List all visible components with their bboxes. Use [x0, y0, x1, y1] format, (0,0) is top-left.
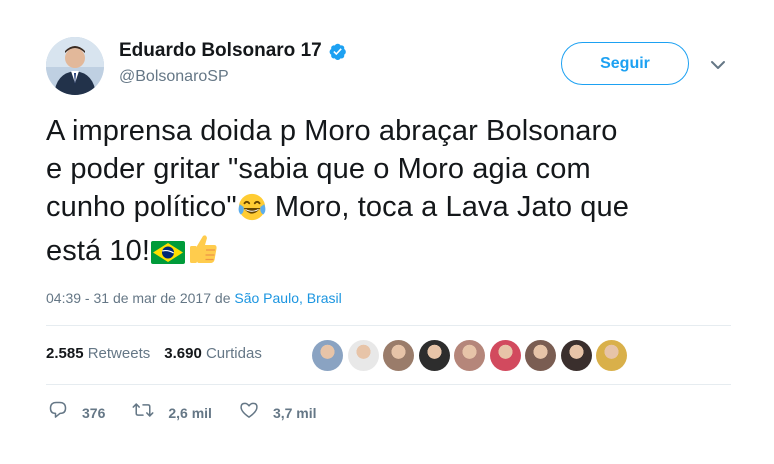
verified-badge-icon — [328, 42, 347, 61]
tweet-text-line: A imprensa doida p Moro abraçar Bolsonar… — [46, 115, 618, 147]
brazil-flag-icon — [150, 238, 186, 276]
liker-avatars — [312, 340, 632, 371]
liker-avatar[interactable] — [560, 340, 592, 371]
heart-icon — [239, 400, 259, 425]
tweet-text-segment: cunho político" — [46, 191, 237, 223]
liker-avatar[interactable] — [596, 340, 627, 371]
thumbs-up-icon — [186, 232, 220, 276]
author-name-row: Eduardo Bolsonaro 17 — [119, 40, 347, 62]
liker-avatar[interactable] — [312, 340, 343, 371]
reply-count: 376 — [82, 404, 106, 421]
tweet-metadata: 04:39 - 31 de mar de 2017 de São Paulo, … — [46, 290, 342, 306]
divider — [46, 325, 731, 326]
liker-avatar[interactable] — [347, 340, 379, 371]
follow-button[interactable]: Seguir — [561, 42, 689, 85]
retweet-icon — [132, 400, 154, 425]
liker-avatar[interactable] — [525, 340, 556, 371]
liker-avatar[interactable] — [418, 340, 450, 371]
retweet-count: 2,6 mil — [168, 404, 212, 421]
avatar[interactable] — [46, 37, 104, 95]
face-with-tears-of-joy-icon — [237, 192, 267, 232]
tweet-timestamp[interactable]: 04:39 - 31 de mar de 2017 — [46, 290, 211, 306]
retweets-stat[interactable]: 2.585 Retweets — [46, 345, 150, 362]
tweet-text: A imprensa doida p Moro abraçar Bolsonar… — [46, 112, 746, 276]
author-display-name[interactable]: Eduardo Bolsonaro 17 — [119, 40, 322, 62]
likes-stat[interactable]: 3.690 Curtidas — [164, 345, 262, 362]
like-count: 3,7 mil — [272, 404, 317, 421]
likes-label: Curtidas — [201, 345, 262, 362]
tweet-text-line: cunho político" Moro, toca a Lava Jato q… — [46, 188, 746, 232]
avatar-image — [46, 37, 104, 95]
tweet-actions: 376 2,6 mil 3,7 mil — [48, 400, 344, 425]
retweets-count: 2.585 — [46, 345, 84, 362]
retweet-button[interactable]: 2,6 mil — [132, 400, 212, 425]
liker-avatar[interactable] — [454, 340, 485, 371]
retweets-label: Retweets — [83, 345, 151, 362]
meta-from-label: de — [211, 290, 235, 306]
tweet-location-link[interactable]: São Paulo, Brasil — [234, 290, 341, 306]
tweet-text-line: e poder gritar "sabia que o Moro agia co… — [46, 153, 591, 185]
reply-icon — [48, 400, 68, 425]
like-button[interactable]: 3,7 mil — [239, 400, 317, 425]
engagement-stats: 2.585 Retweets 3.690 Curtidas — [46, 345, 276, 362]
author-handle[interactable]: @BolsonaroSP — [119, 68, 229, 86]
divider — [46, 384, 731, 385]
liker-avatar[interactable] — [383, 340, 414, 371]
tweet-text-line: está 10! — [46, 232, 746, 276]
tweet-card: Eduardo Bolsonaro 17 @BolsonaroSP Seguir… — [0, 0, 774, 464]
likes-count: 3.690 — [164, 345, 202, 362]
liker-avatar[interactable] — [489, 340, 521, 371]
reply-button[interactable]: 376 — [48, 400, 105, 425]
tweet-text-segment: Moro, toca a Lava Jato que — [266, 191, 629, 223]
chevron-down-icon[interactable] — [710, 58, 726, 70]
tweet-text-segment: está 10! — [46, 235, 150, 267]
